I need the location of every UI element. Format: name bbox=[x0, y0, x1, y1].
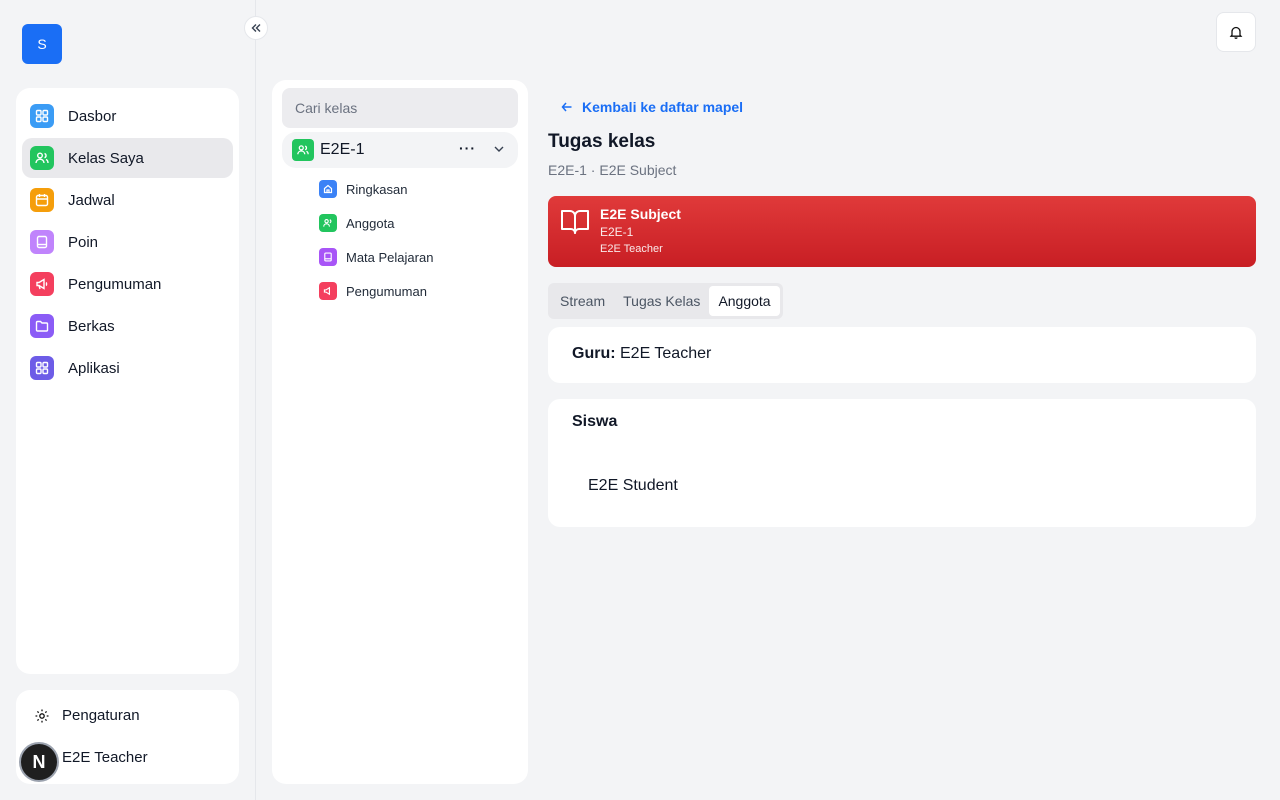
chevrons-left-icon bbox=[251, 24, 261, 32]
class-panel: E2E-1 ··· Ringkasan Anggota Mata Pelajar… bbox=[272, 80, 528, 784]
book-open-icon bbox=[561, 210, 589, 234]
user-profile[interactable]: E2E Teacher bbox=[62, 749, 148, 766]
nav-item-jadwal[interactable]: Jadwal bbox=[22, 180, 233, 220]
nav-item-label: Berkas bbox=[68, 317, 115, 335]
book-icon bbox=[319, 248, 337, 266]
collapse-sidebar-button[interactable] bbox=[244, 16, 268, 40]
calendar-icon bbox=[30, 188, 54, 212]
arrow-left-icon bbox=[561, 102, 572, 112]
banner-subject: E2E Subject bbox=[600, 206, 681, 222]
user-name: E2E Teacher bbox=[62, 749, 148, 766]
more-options-button[interactable]: ··· bbox=[459, 140, 476, 156]
nav-item-aplikasi[interactable]: Aplikasi bbox=[22, 348, 233, 388]
back-link-label: Kembali ke daftar mapel bbox=[582, 99, 744, 115]
page-subtitle: E2E-1 · E2E Subject bbox=[548, 162, 677, 178]
banner-class: E2E-1 bbox=[600, 225, 634, 239]
class-nav-label: Ringkasan bbox=[346, 181, 408, 197]
class-nav-ringkasan[interactable]: Ringkasan bbox=[319, 172, 518, 206]
folder-icon bbox=[30, 314, 54, 338]
class-nav-pengumuman[interactable]: Pengumuman bbox=[319, 274, 518, 308]
students-card: Siswa E2E Student bbox=[548, 399, 1256, 527]
home-icon bbox=[319, 180, 337, 198]
class-nav-anggota[interactable]: Anggota bbox=[319, 206, 518, 240]
user-card: Pengaturan N E2E Teacher bbox=[16, 690, 239, 784]
back-link[interactable]: Kembali ke daftar mapel bbox=[560, 99, 743, 115]
nav-item-label: Pengumuman bbox=[68, 275, 162, 293]
settings-button[interactable]: Pengaturan bbox=[34, 707, 140, 724]
subject-banner: E2E Subject E2E-1 E2E Teacher bbox=[548, 196, 1256, 267]
banner-teacher: E2E Teacher bbox=[600, 243, 663, 255]
class-nav-label: Mata Pelajaran bbox=[346, 249, 434, 265]
nav-item-pengumuman[interactable]: Pengumuman bbox=[22, 264, 233, 304]
nav-menu: Dasbor Kelas Saya Jadwal Poin Pengumuman bbox=[16, 88, 239, 674]
users-icon bbox=[292, 139, 314, 161]
book-icon bbox=[30, 230, 54, 254]
nav-item-label: Kelas Saya bbox=[68, 149, 144, 167]
class-nav-mata-pelajaran[interactable]: Mata Pelajaran bbox=[319, 240, 518, 274]
teacher-name: E2E Teacher bbox=[620, 345, 712, 362]
class-nav-label: Pengumuman bbox=[346, 283, 427, 299]
list-item: E2E Student bbox=[588, 477, 678, 494]
nav-item-berkas[interactable]: Berkas bbox=[22, 306, 233, 346]
megaphone-icon bbox=[319, 282, 337, 300]
gear-icon bbox=[35, 709, 49, 722]
apps-icon bbox=[30, 356, 54, 380]
users-icon bbox=[30, 146, 54, 170]
students-title: Siswa bbox=[572, 413, 618, 430]
nav-item-label: Poin bbox=[68, 233, 99, 251]
app-logo[interactable]: S bbox=[22, 24, 62, 64]
tab-anggota[interactable]: Anggota bbox=[709, 286, 780, 316]
nav-item-label: Dasbor bbox=[68, 107, 117, 125]
nav-item-label: Jadwal bbox=[68, 191, 115, 209]
nav-item-label: Aplikasi bbox=[68, 359, 120, 377]
avatar[interactable]: N bbox=[19, 742, 59, 782]
class-item-e2e-1[interactable]: E2E-1 ··· bbox=[282, 132, 518, 168]
megaphone-icon bbox=[30, 272, 54, 296]
nav-item-kelas-saya[interactable]: Kelas Saya bbox=[22, 138, 233, 178]
class-name: E2E-1 bbox=[320, 141, 365, 158]
class-nav-label: Anggota bbox=[346, 215, 395, 231]
sidebar: S Dasbor Kelas Saya Jadwal Poin Pengumum… bbox=[0, 0, 256, 800]
teacher-label: Guru: bbox=[572, 345, 616, 362]
page-title: Tugas kelas bbox=[548, 131, 656, 152]
search-input[interactable] bbox=[282, 88, 518, 128]
tab-tugas-kelas[interactable]: Tugas Kelas bbox=[614, 286, 709, 316]
chevron-down-icon[interactable] bbox=[492, 142, 506, 156]
users-icon bbox=[319, 214, 337, 232]
tab-bar: Stream Tugas Kelas Anggota bbox=[548, 283, 783, 319]
bell-icon bbox=[1229, 26, 1243, 39]
nav-item-dasbor[interactable]: Dasbor bbox=[22, 96, 233, 136]
nav-item-poin[interactable]: Poin bbox=[22, 222, 233, 262]
tab-stream[interactable]: Stream bbox=[551, 286, 614, 316]
notifications-button[interactable] bbox=[1216, 12, 1256, 52]
settings-label: Pengaturan bbox=[62, 707, 140, 724]
teacher-card: Guru: E2E Teacher bbox=[548, 327, 1256, 383]
dashboard-icon bbox=[30, 104, 54, 128]
